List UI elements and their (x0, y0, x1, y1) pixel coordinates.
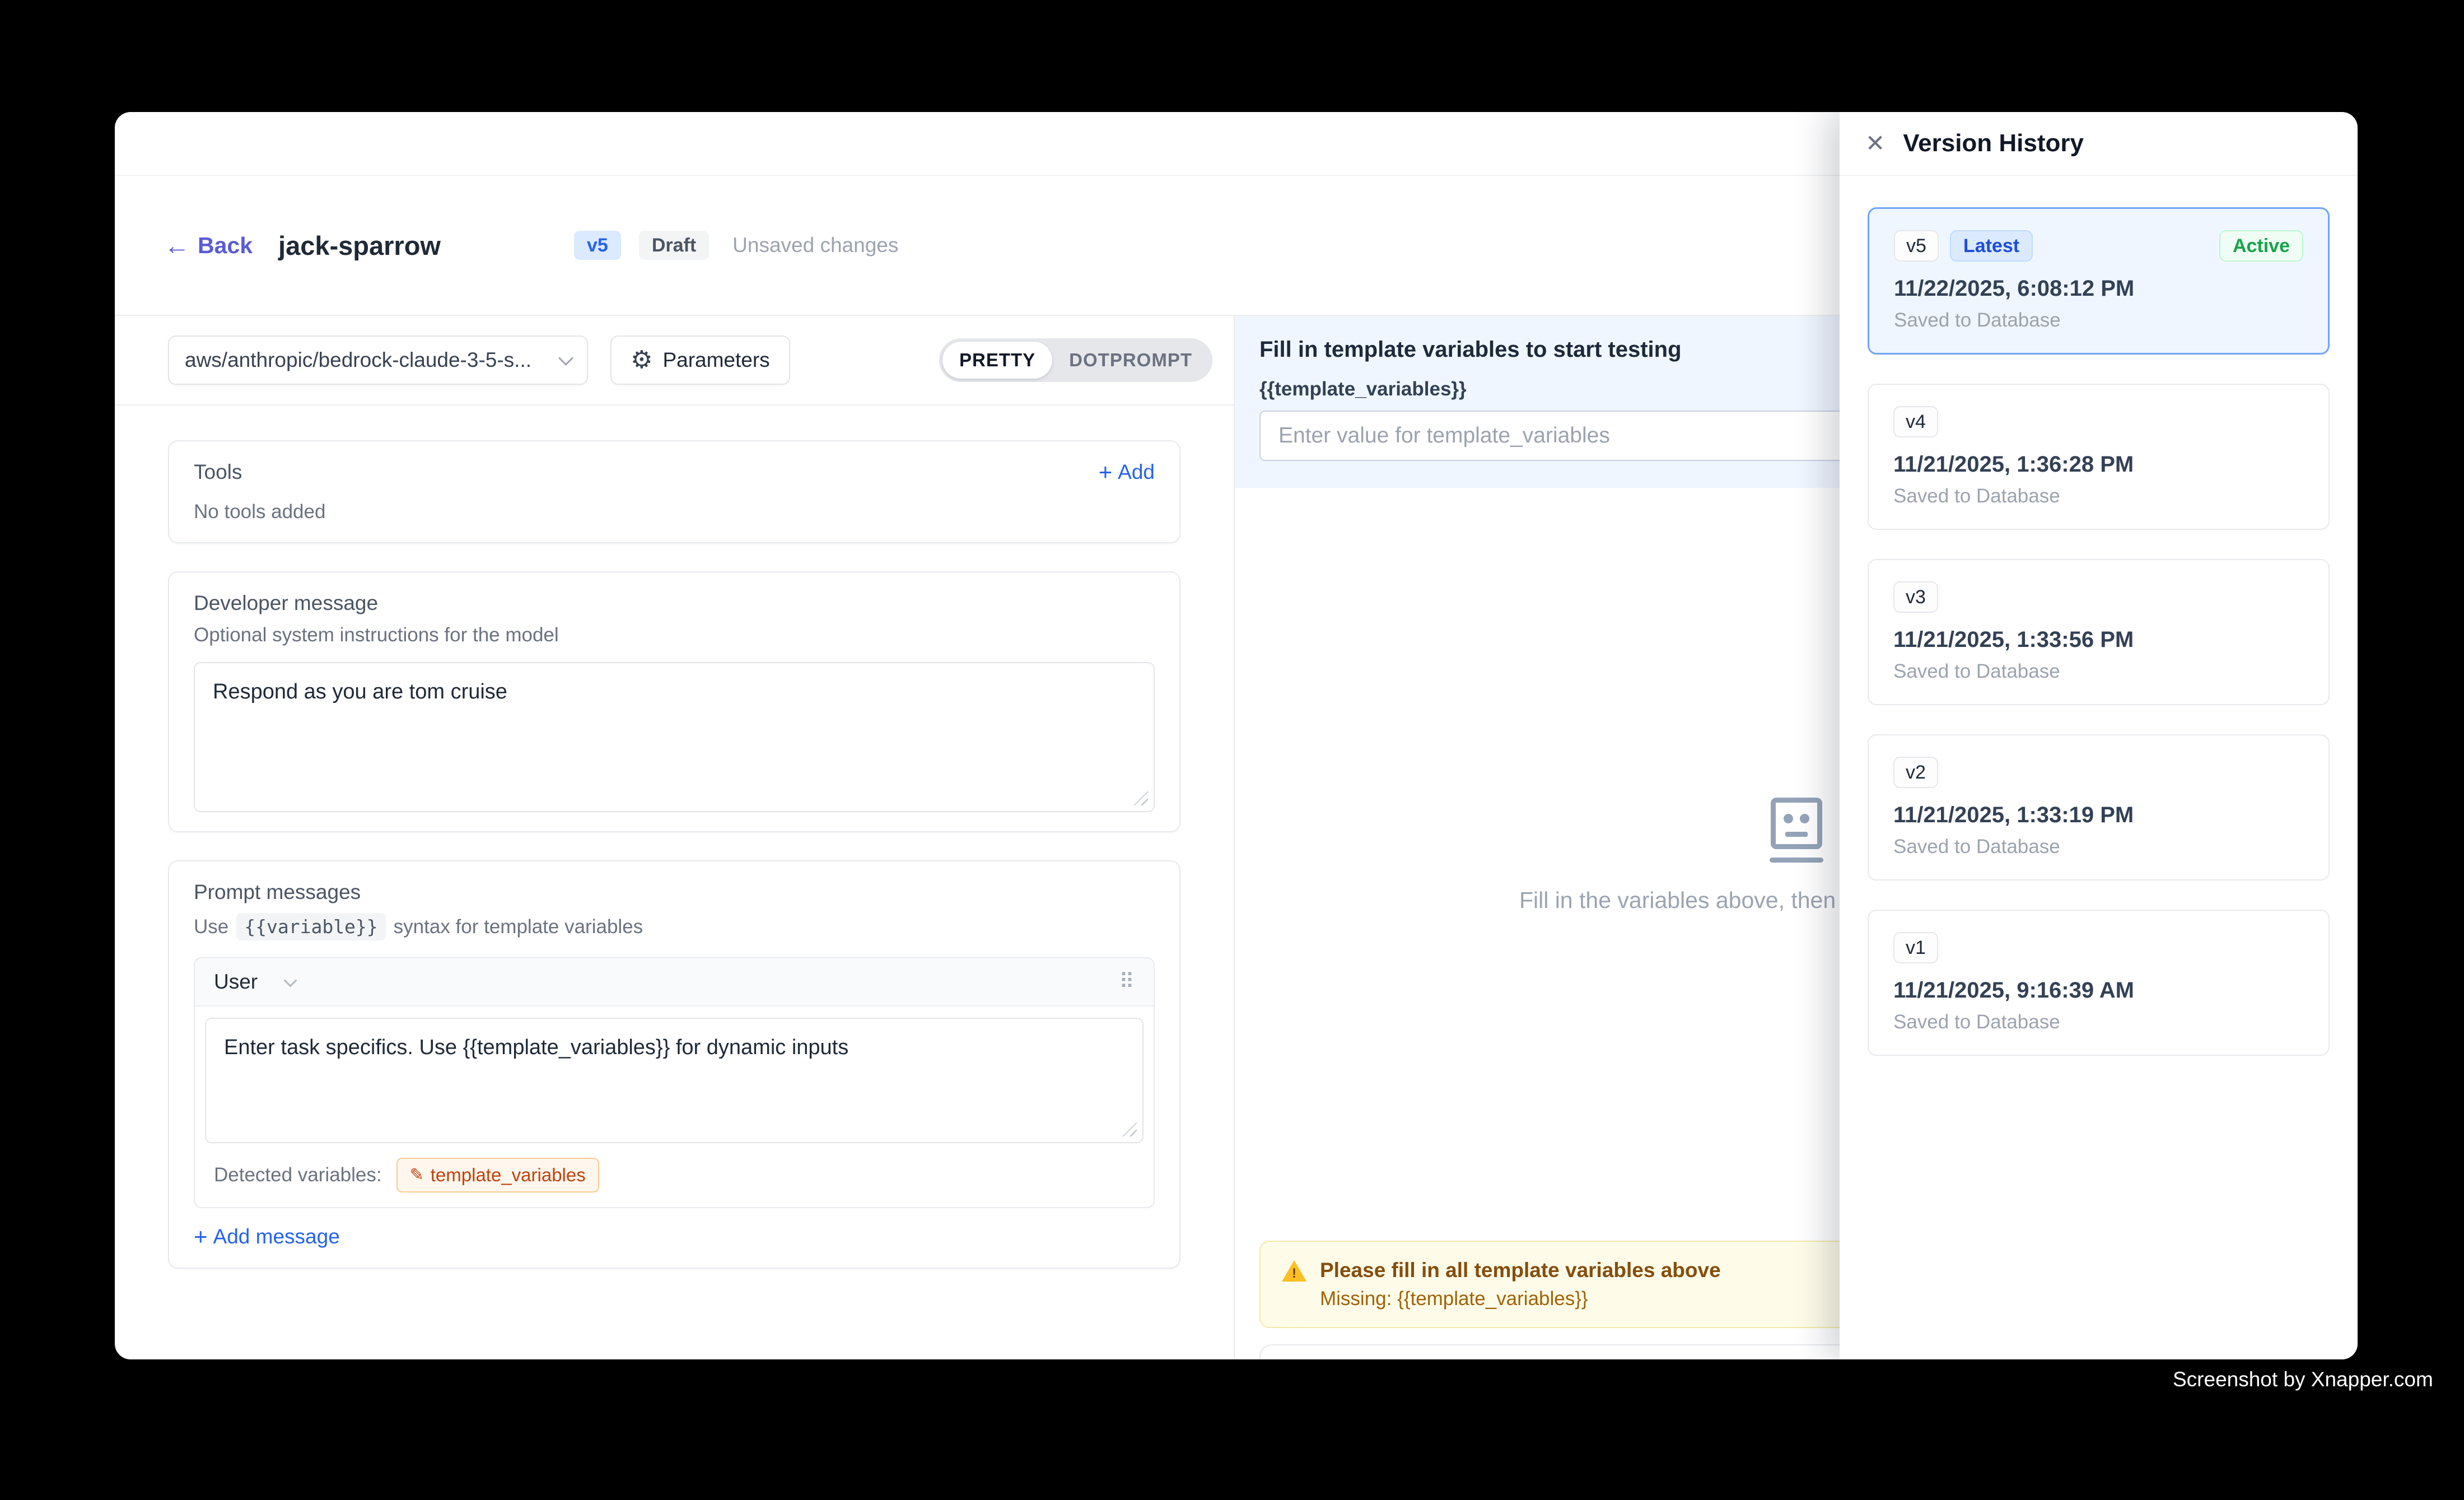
version-tag-badge: v2 (1893, 757, 1938, 788)
version-tag-badge: v3 (1893, 581, 1938, 613)
detected-variables-label: Detected variables: (214, 1164, 382, 1186)
warning-title: Please fill in all template variables ab… (1320, 1259, 1721, 1282)
latest-badge: Latest (1950, 230, 2033, 262)
gear-icon: ⚙ (631, 348, 652, 372)
add-tool-button[interactable]: + Add (1099, 460, 1155, 484)
warning-triangle-icon: ! (1282, 1259, 1306, 1282)
plus-icon: + (1099, 460, 1113, 484)
page-title: jack-sparrow (278, 230, 441, 261)
hint-suffix: syntax for template variables (394, 916, 643, 938)
editor-scroll-area: Tools + Add No tools added Developer mes… (115, 406, 1234, 1359)
chevron-down-icon[interactable] (284, 973, 297, 987)
back-label: Back (198, 232, 253, 259)
bot-icon (1771, 798, 1822, 849)
resize-handle-icon[interactable] (1122, 1122, 1137, 1136)
message-value: Enter task specifics. Use {{template_var… (224, 1033, 1124, 1062)
tools-card: Tools + Add No tools added (168, 440, 1180, 543)
version-badge: v5 (574, 231, 621, 260)
version-history-title: Version History (1903, 129, 2084, 157)
tools-title: Tools (194, 460, 242, 484)
toggle-dotprompt[interactable]: DOTPROMPT (1052, 342, 1209, 379)
model-select-value: aws/anthropic/bedrock-claude-3-5-s... (185, 348, 531, 372)
version-date: 11/21/2025, 9:16:39 AM (1893, 978, 2304, 1003)
version-list: v5 Latest Active 11/22/2025, 6:08:12 PM … (1840, 176, 2358, 1087)
variable-syntax-chip: {{variable}} (236, 913, 385, 940)
message-role-header: User ⠿ (195, 958, 1154, 1007)
detected-variables-row: Detected variables: ✎ template_variables (195, 1151, 1154, 1207)
message-textarea[interactable]: Enter task specifics. Use {{template_var… (205, 1018, 1144, 1143)
version-status: Saved to Database (1893, 485, 2304, 507)
prompt-messages-hint: Use {{variable}} syntax for template var… (194, 913, 1155, 940)
developer-message-textarea[interactable]: Respond as you are tom cruise (194, 662, 1155, 812)
message-block: User ⠿ Enter task specifics. Use {{templ… (194, 957, 1155, 1208)
version-history-panel: ✕ Version History v5 Latest Active 11/22… (1840, 112, 2358, 1359)
unsaved-changes-label: Unsaved changes (732, 234, 898, 257)
active-badge: Active (2219, 230, 2303, 262)
version-status: Saved to Database (1893, 1011, 2304, 1033)
version-card-v2[interactable]: v2 11/21/2025, 1:33:19 PM Saved to Datab… (1868, 734, 2330, 881)
version-status: Saved to Database (1894, 309, 2303, 332)
draft-badge: Draft (639, 231, 709, 260)
tools-empty-label: No tools added (194, 501, 1155, 523)
hint-prefix: Use (194, 916, 228, 938)
message-body: Enter task specifics. Use {{template_var… (195, 1007, 1154, 1151)
editor-column: aws/anthropic/bedrock-claude-3-5-s... ⚙ … (115, 316, 1234, 1359)
version-tag-badge: v1 (1893, 932, 1938, 963)
format-toggle: PRETTY DOTPROMPT (939, 338, 1212, 382)
version-card-v4[interactable]: v4 11/21/2025, 1:36:28 PM Saved to Datab… (1868, 384, 2330, 530)
parameters-label: Parameters (662, 348, 769, 372)
prompt-messages-title: Prompt messages (194, 881, 1155, 904)
version-card-v5[interactable]: v5 Latest Active 11/22/2025, 6:08:12 PM … (1868, 207, 2330, 355)
pencil-icon: ✎ (410, 1167, 424, 1184)
developer-message-subtitle: Optional system instructions for the mod… (194, 624, 1155, 646)
version-card-v3[interactable]: v3 11/21/2025, 1:33:56 PM Saved to Datab… (1868, 559, 2330, 705)
version-date: 11/21/2025, 1:36:28 PM (1893, 452, 2304, 477)
close-icon[interactable]: ✕ (1865, 132, 1885, 155)
version-card-v1[interactable]: v1 11/21/2025, 9:16:39 AM Saved to Datab… (1868, 910, 2330, 1056)
version-status: Saved to Database (1893, 660, 2304, 683)
variable-chip[interactable]: ✎ template_variables (396, 1158, 599, 1192)
model-select[interactable]: aws/anthropic/bedrock-claude-3-5-s... (168, 336, 588, 385)
resize-handle-icon[interactable] (1133, 791, 1148, 805)
add-message-label: Add message (213, 1225, 340, 1249)
version-date: 11/22/2025, 6:08:12 PM (1894, 276, 2303, 301)
version-history-header: ✕ Version History (1840, 112, 2358, 176)
add-message-button[interactable]: + Add message (194, 1225, 340, 1249)
plus-icon: + (194, 1225, 208, 1249)
version-status: Saved to Database (1893, 836, 2304, 858)
version-date: 11/21/2025, 1:33:19 PM (1893, 803, 2304, 828)
toggle-pretty[interactable]: PRETTY (942, 342, 1052, 379)
add-tool-label: Add (1118, 460, 1155, 484)
app-window: ← Back jack-sparrow v5 Draft Unsaved cha… (115, 112, 2358, 1359)
back-arrow-icon: ← (164, 232, 190, 258)
developer-message-card: Developer message Optional system instru… (168, 571, 1180, 832)
drag-handle-icon[interactable]: ⠿ (1119, 971, 1135, 993)
chevron-down-icon (558, 351, 573, 366)
xnapper-watermark: Screenshot by Xnapper.com (2173, 1368, 2433, 1391)
prompt-messages-card: Prompt messages Use {{variable}} syntax … (168, 860, 1180, 1269)
developer-message-title: Developer message (194, 591, 1155, 615)
version-date: 11/21/2025, 1:33:56 PM (1893, 627, 2304, 653)
developer-message-value: Respond as you are tom cruise (213, 678, 1136, 706)
role-select-value[interactable]: User (214, 970, 258, 994)
parameters-button[interactable]: ⚙ Parameters (610, 336, 790, 385)
back-button[interactable]: ← Back (164, 232, 253, 259)
variable-chip-label: template_variables (431, 1164, 586, 1186)
bot-icon-base (1770, 858, 1823, 863)
version-tag-badge: v4 (1893, 406, 1938, 437)
version-tag-badge: v5 (1894, 230, 1939, 262)
model-toolbar: aws/anthropic/bedrock-claude-3-5-s... ⚙ … (115, 316, 1234, 406)
